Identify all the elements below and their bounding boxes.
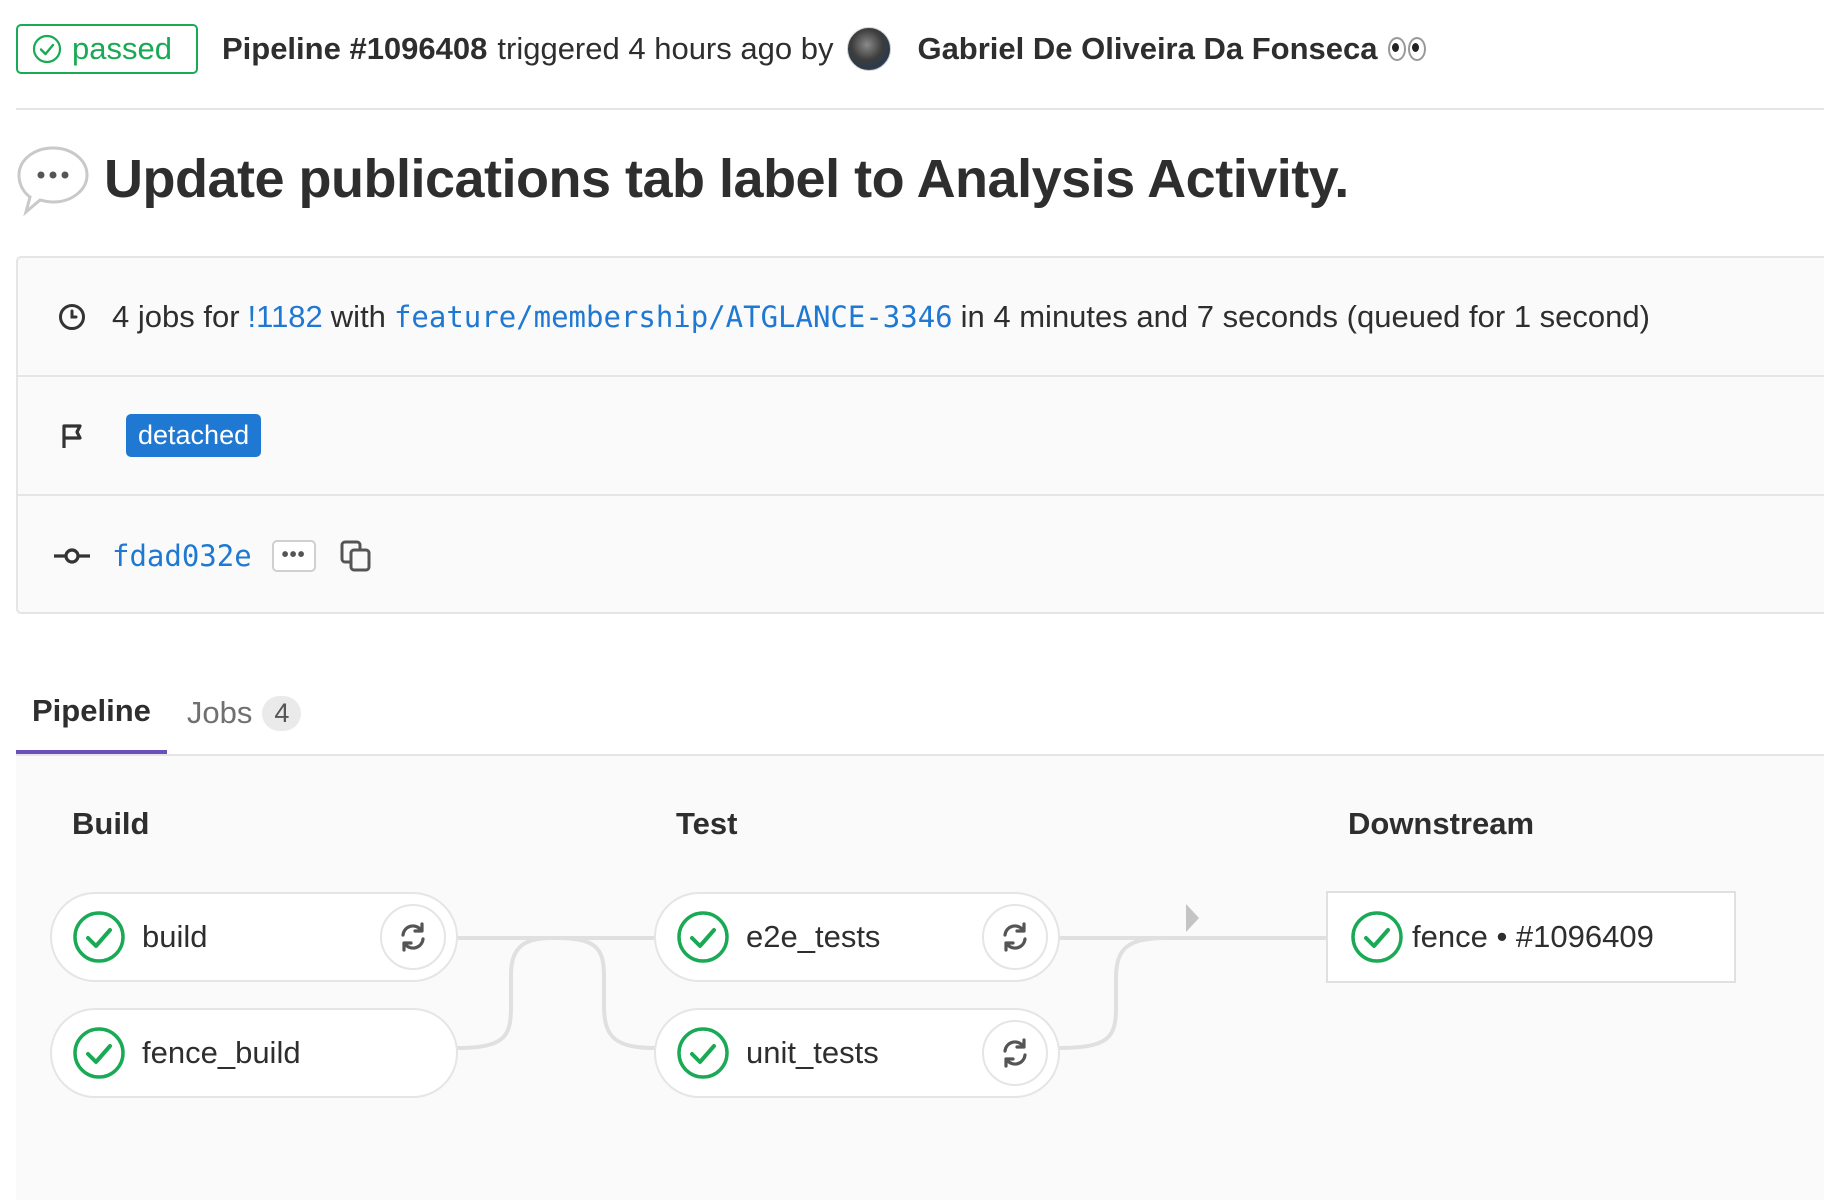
retry-icon — [401, 922, 425, 952]
job-unit-tests[interactable]: unit_tests — [654, 1008, 1060, 1098]
pipeline-info-box: 4 jobs for !1182 with feature/membership… — [16, 256, 1824, 614]
check-circle-icon — [1351, 911, 1403, 963]
duration-text: in 4 minutes and 7 seconds (queued for 1… — [960, 298, 1650, 334]
expand-commit-message-button[interactable]: ••• — [271, 539, 316, 572]
retry-button[interactable] — [982, 1020, 1048, 1086]
jobs-summary-row: 4 jobs for !1182 with feature/membership… — [18, 258, 1824, 377]
job-fence-build[interactable]: fence_build — [50, 1008, 458, 1098]
user-name[interactable]: Gabriel De Oliveira Da Fonseca — [917, 31, 1377, 67]
job-name: build — [142, 919, 208, 954]
detached-badge: detached — [126, 414, 262, 457]
commit-icon — [52, 536, 92, 576]
jobs-count-badge: 4 — [262, 695, 302, 731]
pipeline-header: passed Pipeline #1096408 triggered 4 hou… — [16, 22, 1824, 76]
job-name: unit_tests — [746, 1035, 879, 1070]
check-circle-icon — [32, 34, 62, 64]
stage-title-test: Test — [676, 806, 738, 841]
check-circle-icon — [677, 911, 729, 963]
jobs-count-text: 4 jobs for — [112, 298, 240, 334]
stage-title-downstream: Downstream — [1348, 806, 1535, 841]
title-row: Update publications tab label to Analysi… — [14, 140, 1349, 218]
ellipsis-icon: ••• — [281, 544, 306, 566]
check-circle-icon — [73, 911, 125, 963]
stage-title-build: Build — [72, 806, 150, 841]
commit-row: fdad032e ••• — [18, 496, 1824, 615]
job-e2e-tests[interactable]: e2e_tests — [654, 892, 1060, 982]
branch-link[interactable]: feature/membership/ATGLANCE-3346 — [394, 300, 953, 334]
status-label: passed — [72, 31, 172, 66]
avatar[interactable] — [847, 27, 892, 71]
tab-jobs-label: Jobs — [186, 695, 253, 730]
tab-pipeline[interactable]: Pipeline — [16, 672, 167, 754]
retry-button[interactable] — [380, 904, 446, 970]
check-circle-icon — [73, 1027, 125, 1079]
page-title: Update publications tab label to Analysi… — [104, 149, 1349, 209]
retry-icon — [1003, 922, 1027, 952]
job-build[interactable]: build — [50, 892, 458, 982]
downstream-name: fence • #1096409 — [1412, 919, 1654, 954]
tab-jobs[interactable]: Jobs 4 — [171, 672, 318, 754]
tab-pipeline-label: Pipeline — [32, 693, 151, 728]
merge-request-link[interactable]: !1182 — [248, 299, 323, 335]
downstream-pipeline-fence[interactable]: fence • #1096409 — [1326, 891, 1736, 983]
clock-icon — [52, 297, 92, 337]
job-name: e2e_tests — [746, 919, 881, 954]
copy-icon[interactable] — [338, 538, 374, 574]
commit-sha-link[interactable]: fdad032e — [112, 539, 252, 573]
job-name: fence_build — [142, 1035, 301, 1070]
retry-button[interactable] — [982, 904, 1048, 970]
pipeline-tabs: Pipeline Jobs 4 — [16, 672, 317, 754]
pipeline-id: Pipeline #1096408 — [221, 31, 488, 66]
flag-icon — [52, 416, 92, 456]
ref-row: detached — [18, 377, 1824, 496]
check-circle-icon — [677, 1027, 729, 1079]
eyes-icon — [1387, 37, 1426, 61]
triggered-text: triggered 4 hours ago by — [497, 31, 834, 66]
speech-bubble-icon — [17, 146, 89, 217]
status-badge[interactable]: passed — [16, 24, 198, 74]
pipeline-page: passed Pipeline #1096408 triggered 4 hou… — [0, 0, 1824, 1200]
header-divider — [16, 108, 1824, 110]
header-text: Pipeline #1096408 triggered 4 hours ago … — [222, 27, 1426, 71]
pipeline-graph: Build Test Downstream build fence_build … — [16, 756, 1824, 1200]
with-text: with — [330, 298, 386, 334]
retry-icon — [1003, 1038, 1027, 1068]
